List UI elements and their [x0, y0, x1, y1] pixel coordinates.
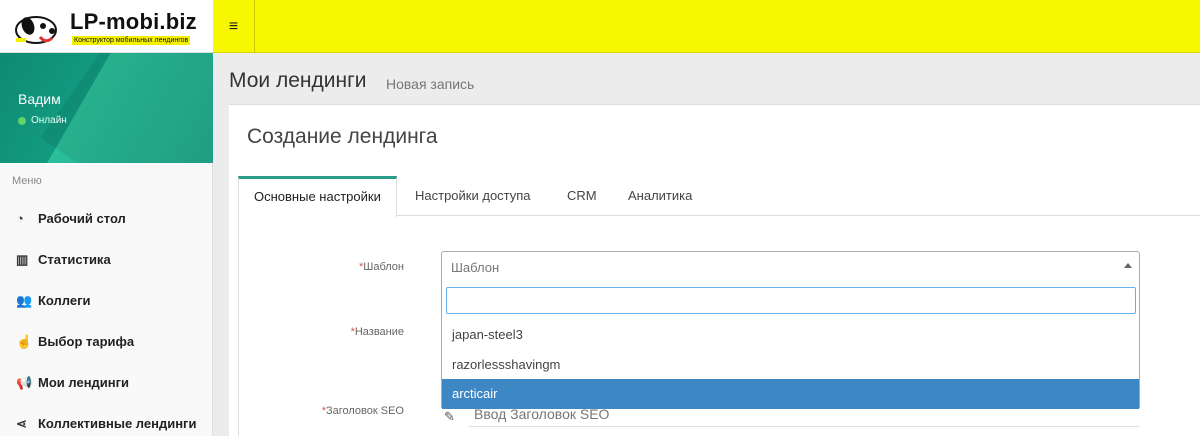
menu-header: Меню	[12, 175, 42, 187]
template-option-highlighted[interactable]: arcticair	[442, 379, 1139, 409]
sidebar-item-label: Мои лендинги	[38, 375, 130, 390]
hamburger-icon: ≡	[228, 17, 239, 35]
sidebar-item-label: Статистика	[38, 252, 111, 267]
page-title: Мои лендинги	[229, 69, 367, 92]
bullhorn-icon: 📢	[16, 374, 33, 390]
sidebar-item-colleagues[interactable]: 👥 Коллеги	[0, 280, 213, 321]
pencil-icon: ✎	[444, 409, 455, 424]
sidebar-item-label: Коллективные лендинги	[38, 416, 197, 431]
box-title: Создание лендинга	[247, 125, 438, 148]
user-panel: Вадим Онлайн	[0, 53, 213, 163]
online-status-icon	[18, 116, 26, 125]
seo-title-label: *Заголовок SEO	[321, 405, 404, 417]
template-search-input[interactable]	[446, 287, 1136, 314]
brand-subtitle: Конструктор мобильных лендингов	[72, 36, 191, 45]
user-name: Вадим	[18, 91, 61, 107]
logo[interactable]: LP-mobi.biz Конструктор мобильных лендин…	[0, 0, 213, 53]
dog-logo-icon	[15, 16, 57, 44]
sidebar-item-label: Выбор тарифа	[38, 334, 135, 349]
sidebar-item-label: Коллеги	[38, 293, 91, 308]
form-area: *Шаблон *Название *Заголовок SEO ✎ Шабло…	[238, 217, 1200, 436]
tab-analytics[interactable]: Аналитика	[613, 176, 707, 216]
brand-title: LP-mobi.biz	[70, 9, 197, 34]
sidebar-menu: ◔ Рабочий стол ▥ Статистика 👥 Коллеги ☝ …	[0, 198, 213, 436]
sidebar-item-statistics[interactable]: ▥ Статистика	[0, 239, 213, 280]
template-dropdown: japan-steel3 razorlessshavingm arcticair	[441, 282, 1140, 409]
tabs: Основные настройки Настройки доступа CRM…	[238, 176, 1200, 217]
sidebar-item-tariff[interactable]: ☝ Выбор тарифа	[0, 321, 213, 362]
hand-pointer-icon: ☝	[16, 333, 33, 349]
user-status-label: Онлайн	[31, 115, 67, 126]
template-select[interactable]: Шаблон	[441, 251, 1140, 283]
page-subtitle: Новая запись	[386, 76, 475, 92]
top-navbar: ≡	[213, 0, 1200, 53]
template-label: *Шаблон	[358, 261, 404, 273]
sidebar-item-dashboard[interactable]: ◔ Рабочий стол	[0, 198, 213, 239]
sidebar-item-my-landings[interactable]: 📢 Мои лендинги	[0, 362, 213, 403]
dashboard-icon: ◔	[16, 211, 24, 226]
sidebar-item-label: Рабочий стол	[38, 211, 126, 226]
tab-crm[interactable]: CRM	[552, 176, 612, 216]
name-label: *Название	[350, 326, 404, 338]
template-select-placeholder: Шаблон	[451, 260, 500, 275]
sidebar-item-collective-landings[interactable]: ⋖ Коллективные лендинги	[0, 403, 213, 436]
share-icon: ⋖	[16, 415, 27, 431]
template-option[interactable]: razorlessshavingm	[442, 350, 1139, 380]
create-landing-box: Создание лендинга Основные настройки Нас…	[229, 104, 1200, 436]
sidebar: Вадим Онлайн Меню ◔ Рабочий стол ▥ Стати…	[0, 53, 213, 436]
tab-main-settings[interactable]: Основные настройки	[238, 176, 397, 217]
sidebar-toggle-button[interactable]: ≡	[213, 0, 255, 53]
bar-chart-icon: ▥	[16, 251, 29, 267]
user-status: Онлайн	[18, 115, 67, 126]
template-option[interactable]: japan-steel3	[442, 320, 1139, 350]
users-icon: 👥	[16, 292, 33, 308]
caret-up-icon	[1124, 263, 1132, 268]
tab-access-settings[interactable]: Настройки доступа	[400, 176, 546, 216]
